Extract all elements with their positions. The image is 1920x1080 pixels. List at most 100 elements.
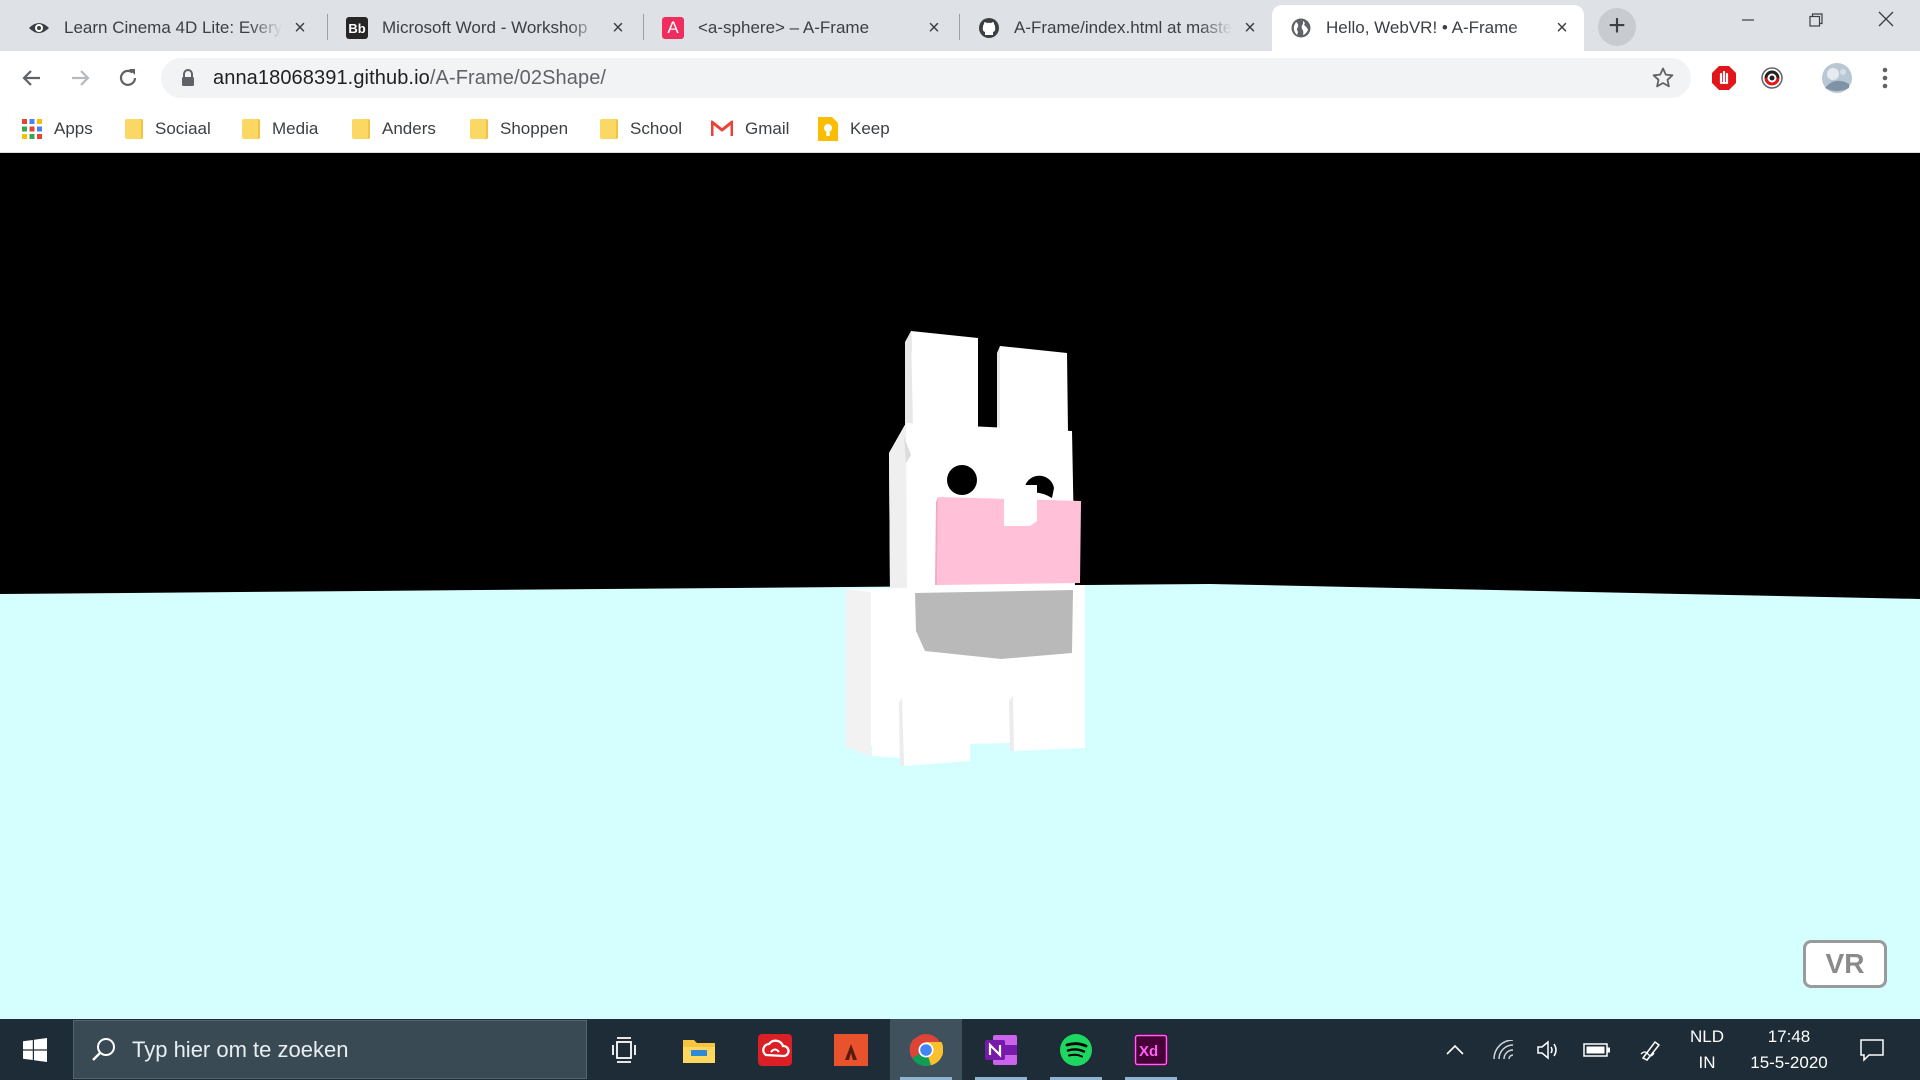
back-leg [1013, 696, 1085, 751]
back-button[interactable] [14, 60, 50, 96]
bookmark-folder-media[interactable]: Media [242, 105, 318, 152]
spotify-button[interactable] [1040, 1019, 1112, 1080]
creative-cloud-icon [758, 1033, 792, 1066]
adobe-xd-button[interactable]: Xd [1115, 1019, 1187, 1080]
url-path: /A-Frame/02Shape/ [429, 67, 607, 89]
bookmark-folder-sociaal[interactable]: Sociaal [125, 105, 211, 152]
gmail-icon [711, 120, 733, 137]
front-left-leg [872, 693, 902, 758]
folder-icon [242, 118, 260, 139]
taskbar-search-box[interactable]: Typ hier om te zoeken [73, 1020, 587, 1079]
onenote-icon [985, 1034, 1017, 1065]
bookmark-label: Apps [54, 118, 93, 138]
address-bar[interactable]: anna18068391.github.io/A-Frame/02Shape/ [161, 58, 1691, 98]
bookmark-gmail[interactable]: Gmail [711, 105, 789, 152]
start-button[interactable] [0, 1019, 70, 1080]
apps-grid-icon [22, 118, 42, 139]
eye-icon [28, 17, 50, 39]
globe-icon [1290, 17, 1312, 39]
file-explorer-icon [683, 1039, 715, 1063]
body-side [846, 589, 871, 756]
bookmark-label: Sociaal [155, 118, 211, 138]
aframe-icon: A [662, 17, 684, 39]
battery-icon [1583, 1042, 1610, 1057]
profile-avatar[interactable] [1821, 62, 1853, 94]
wifi-icon [1493, 1039, 1514, 1059]
more-vert-icon [1882, 67, 1888, 89]
tab-a-sphere[interactable]: A <a-sphere> – A-Frame × [644, 5, 956, 51]
task-view-icon [612, 1036, 636, 1063]
tab-title: A-Frame/index.html at master [1014, 18, 1232, 37]
bookmark-star-icon[interactable] [1651, 66, 1675, 90]
left-ear [911, 331, 978, 429]
restore-icon [1809, 13, 1823, 27]
bookmark-label: Shoppen [500, 118, 569, 138]
front-right-leg [902, 698, 970, 766]
bookmark-folder-shoppen[interactable]: Shoppen [470, 105, 568, 152]
clock-date[interactable]: 15-5-2020 [1740, 1053, 1838, 1073]
url-text[interactable]: anna18068391.github.io/A-Frame/02Shape/ [213, 58, 606, 98]
speaker-icon [1537, 1039, 1557, 1060]
pen-workspace-button[interactable] [1634, 1019, 1668, 1080]
bib [915, 590, 1073, 659]
action-center-button[interactable] [1852, 1019, 1892, 1080]
close-icon[interactable]: × [1552, 18, 1572, 38]
arrow-right-icon [72, 70, 90, 86]
spotify-icon [1060, 1033, 1092, 1066]
autodesk-button[interactable] [815, 1019, 887, 1080]
restore-button[interactable] [1782, 0, 1850, 44]
aframe-scene[interactable]: VR [0, 153, 1920, 1019]
extension-icon[interactable] [1756, 62, 1788, 94]
tab-word[interactable]: Bb Microsoft Word - Workshop × [328, 5, 640, 51]
chrome-icon [909, 1033, 943, 1066]
avatar [1822, 63, 1852, 93]
url-host: anna18068391.github.io [213, 67, 430, 89]
chrome-button[interactable] [890, 1019, 962, 1080]
language-indicator-bottom[interactable]: IN [1682, 1053, 1732, 1073]
adblock-extension-icon[interactable] [1708, 62, 1740, 94]
menu-button[interactable] [1869, 62, 1901, 94]
folder-icon [352, 118, 370, 139]
tab-cinema4d[interactable]: Learn Cinema 4D Lite: Everything You Nee… [10, 5, 322, 51]
show-hidden-icons-button[interactable] [1438, 1019, 1472, 1080]
autodesk-icon [834, 1033, 868, 1066]
close-window-button[interactable] [1852, 0, 1920, 44]
right-ear-side [997, 346, 1000, 432]
github-icon [978, 17, 1000, 39]
reload-button[interactable] [110, 60, 146, 96]
tab-github[interactable]: A-Frame/index.html at master × [960, 5, 1272, 51]
close-icon[interactable]: × [608, 18, 628, 38]
bookmark-apps[interactable]: Apps [22, 105, 93, 152]
vr-mode-button[interactable]: VR [1803, 940, 1887, 988]
bookmark-folder-anders[interactable]: Anders [352, 105, 436, 152]
windows-logo-icon [23, 1037, 47, 1062]
task-view-button[interactable] [588, 1019, 660, 1080]
tab-hello-webvr[interactable]: Hello, WebVR! • A-Frame × [1272, 5, 1584, 51]
reload-icon [119, 69, 137, 86]
search-icon [92, 1038, 115, 1061]
onenote-button[interactable] [965, 1019, 1037, 1080]
blackboard-icon: Bb [346, 17, 368, 39]
language-indicator-top[interactable]: NLD [1682, 1027, 1732, 1047]
notification-icon [1860, 1038, 1884, 1062]
forward-button[interactable] [62, 60, 98, 96]
file-explorer-button[interactable] [663, 1019, 735, 1080]
folder-icon [600, 118, 618, 139]
volume-button[interactable] [1532, 1019, 1566, 1080]
minimize-button[interactable] [1714, 0, 1782, 44]
close-icon[interactable]: × [1240, 18, 1260, 38]
bookmark-folder-school[interactable]: School [600, 105, 682, 152]
bookmark-keep[interactable]: Keep [818, 105, 890, 152]
battery-button[interactable] [1580, 1019, 1614, 1080]
clock-time[interactable]: 17:48 [1740, 1027, 1838, 1047]
close-icon[interactable]: × [290, 18, 310, 38]
network-button[interactable] [1487, 1019, 1521, 1080]
new-tab-button[interactable]: + [1598, 8, 1636, 46]
bookmark-label: Keep [850, 118, 890, 138]
bookmark-label: Anders [382, 118, 436, 138]
close-icon[interactable]: × [924, 18, 944, 38]
nose [1004, 485, 1037, 526]
chevron-up-icon [1446, 1044, 1464, 1055]
creative-cloud-button[interactable] [739, 1019, 811, 1080]
tab-title: Hello, WebVR! • A-Frame [1326, 18, 1518, 37]
